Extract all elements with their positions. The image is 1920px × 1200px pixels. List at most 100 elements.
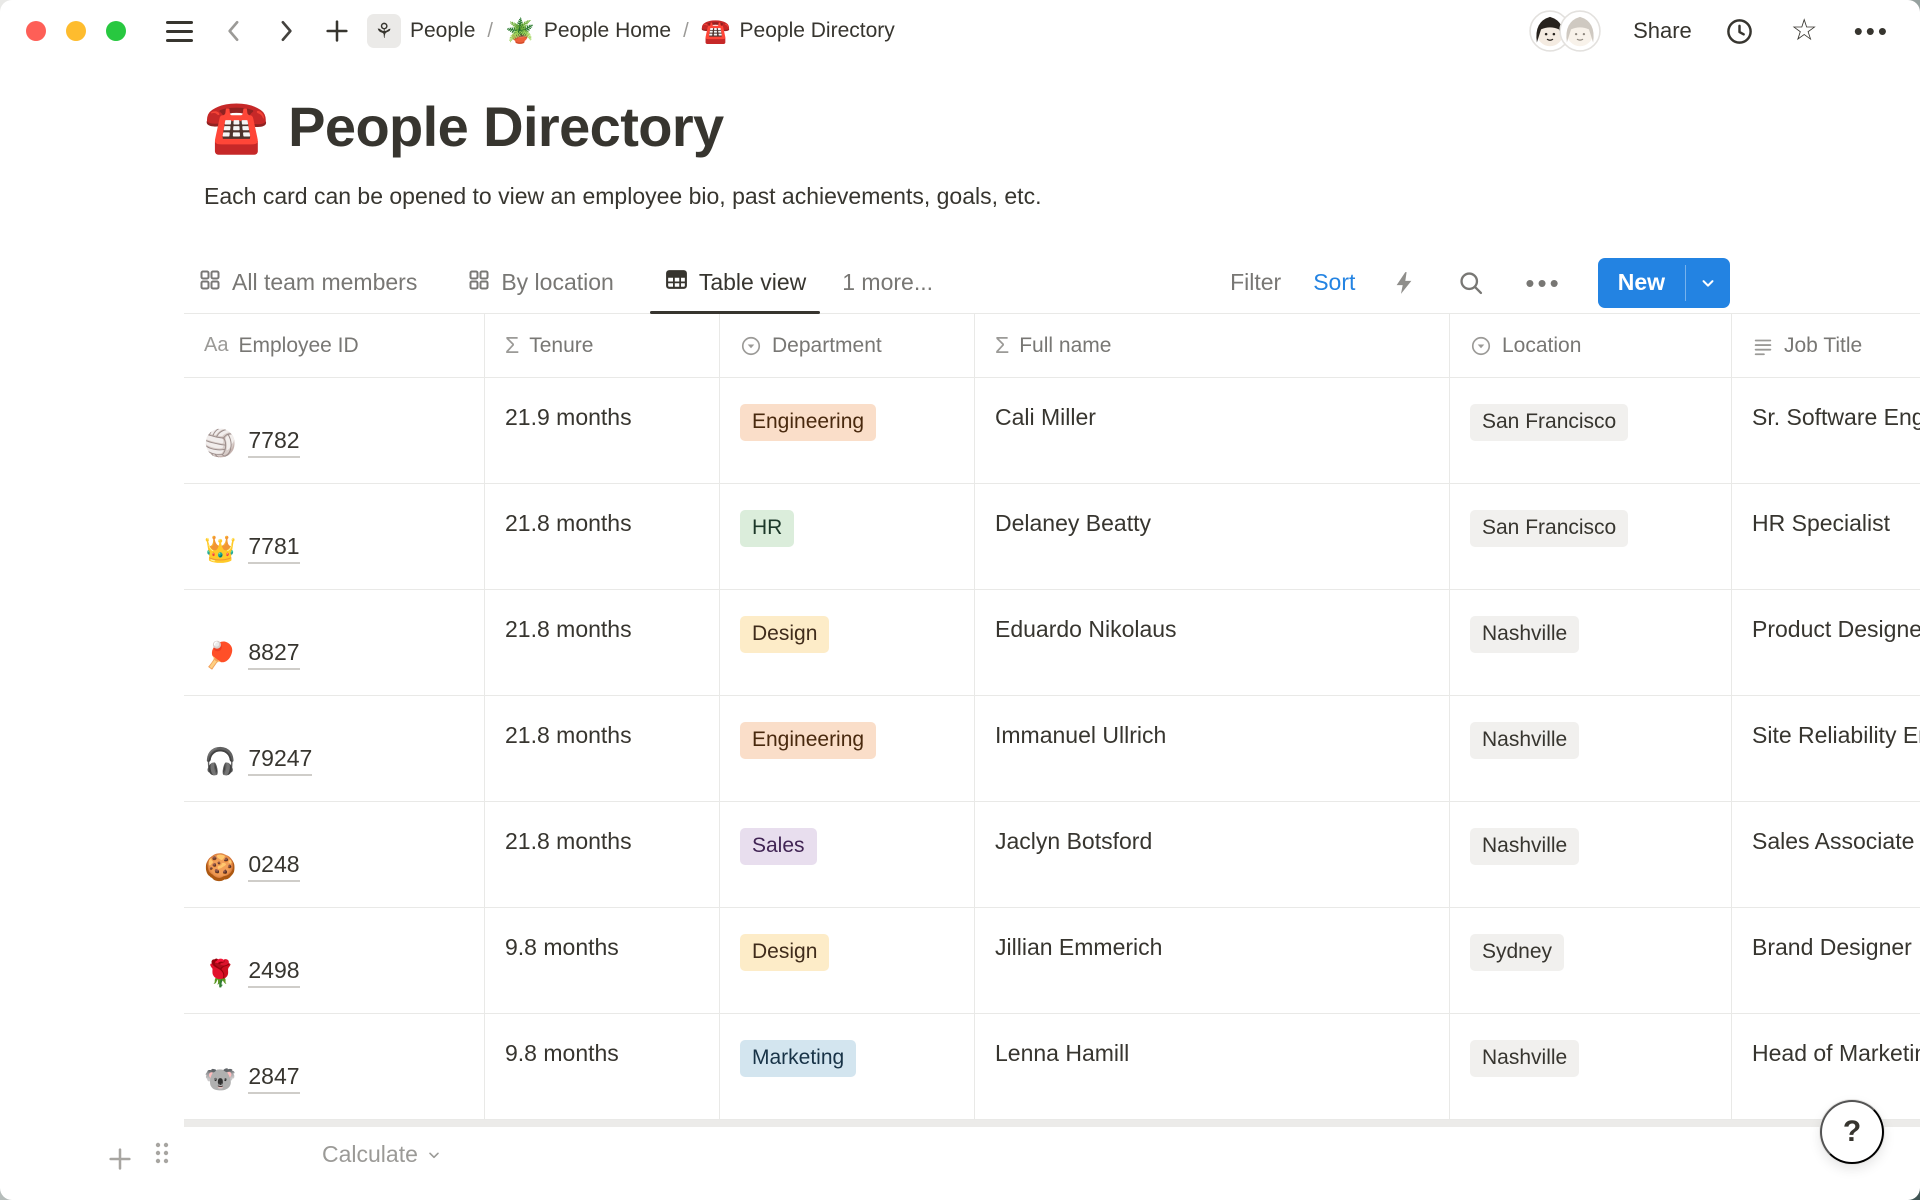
text-icon <box>1752 335 1774 357</box>
employee-id-link[interactable]: 2498 <box>248 957 299 988</box>
red-telephone-page-icon[interactable]: ☎️ <box>204 96 268 157</box>
department-cell: Design <box>720 908 975 1013</box>
employee-id-link[interactable]: 0248 <box>248 851 299 882</box>
table-icon <box>664 267 689 298</box>
breadcrumb-item-people-home[interactable]: 🪴People Home <box>505 17 671 46</box>
full-name-cell: Cali Miller <box>975 378 1450 483</box>
add-row-plus-icon[interactable] <box>100 1139 140 1179</box>
employee-id-link[interactable]: 7782 <box>248 427 299 458</box>
back-icon[interactable] <box>215 12 253 50</box>
table-row[interactable]: 🎧7924721.8 monthsEngineeringImmanuel Ull… <box>184 696 1920 802</box>
column-header-tenure[interactable]: ΣTenure <box>485 314 720 377</box>
column-header-label: Job Title <box>1784 334 1862 358</box>
column-header-label: Employee ID <box>238 334 358 358</box>
sidebar-toggle-icon[interactable] <box>162 17 197 46</box>
column-header-job-title[interactable]: Job Title <box>1732 314 1920 377</box>
location-tag[interactable]: Nashville <box>1470 828 1579 865</box>
view-options-icon[interactable]: ••• <box>1521 266 1565 300</box>
employee-id-cell: 🍪0248 <box>184 802 485 907</box>
tab-all-team-members[interactable]: All team members <box>184 252 431 313</box>
filter-button[interactable]: Filter <box>1230 269 1281 296</box>
full-name-cell: Eduardo Nikolaus <box>975 590 1450 695</box>
collaborator-avatars[interactable] <box>1529 10 1601 52</box>
department-cell: Design <box>720 590 975 695</box>
column-header-label: Tenure <box>529 334 593 358</box>
sort-button[interactable]: Sort <box>1313 269 1355 296</box>
department-tag[interactable]: Sales <box>740 828 817 865</box>
potted-plant-emoji: 🪴 <box>505 17 535 46</box>
employee-id-cell: 🐨 2847 <box>184 1014 485 1119</box>
window-topbar: ⚘People/🪴People Home/☎️People Directory … <box>0 0 1920 62</box>
text-style-icon: Aa <box>204 334 228 357</box>
department-cell: HR <box>720 484 975 589</box>
automations-bolt-icon[interactable] <box>1387 266 1421 300</box>
job-title-cell: Head of Marketing <box>1732 1014 1920 1119</box>
location-tag[interactable]: San Francisco <box>1470 510 1628 547</box>
department-tag[interactable]: Design <box>740 934 829 971</box>
column-header-employee-id[interactable]: Aa Employee ID <box>184 314 485 377</box>
updates-clock-icon[interactable] <box>1720 12 1759 51</box>
location-tag[interactable]: Sydney <box>1470 934 1564 971</box>
department-tag[interactable]: Engineering <box>740 404 876 441</box>
page-title: ☎️ People Directory <box>204 94 1920 159</box>
new-button[interactable]: New <box>1598 258 1685 308</box>
employee-id-link[interactable]: 7781 <box>248 533 299 564</box>
row-emoji-icon: 👑 <box>204 536 236 562</box>
view-toolbar: Filter Sort ••• New <box>1230 258 1730 308</box>
employee-id-link[interactable]: 8827 <box>248 639 299 670</box>
employee-id-link[interactable]: 79247 <box>248 745 312 776</box>
formula-icon: Σ <box>995 332 1009 359</box>
avatar <box>1559 10 1601 52</box>
forward-icon[interactable] <box>267 12 305 50</box>
column-header-department[interactable]: Department <box>720 314 975 377</box>
location-tag[interactable]: Nashville <box>1470 722 1579 759</box>
minimize-button[interactable] <box>66 21 86 41</box>
table-row[interactable]: 🍪024821.8 monthsSalesJaclyn BotsfordNash… <box>184 802 1920 908</box>
help-button[interactable]: ? <box>1820 1100 1884 1164</box>
red-telephone-emoji: ☎️ <box>701 17 731 46</box>
topbar-actions: Share ☆ ••• <box>1529 10 1894 52</box>
location-tag[interactable]: Nashville <box>1470 1040 1579 1077</box>
close-button[interactable] <box>26 21 46 41</box>
employee-id-link[interactable]: 2847 <box>248 1063 299 1094</box>
employee-id-cell: 🏐7782 <box>184 378 485 483</box>
table-row[interactable]: 👑778121.8 monthsHRDelaney BeattySan Fran… <box>184 484 1920 590</box>
location-cell: Sydney <box>1450 908 1732 1013</box>
department-tag[interactable]: Design <box>740 616 829 653</box>
tenure-cell: 21.8 months <box>485 802 720 907</box>
tab-by-location[interactable]: By location <box>453 252 628 313</box>
location-cell: Nashville <box>1450 1014 1732 1119</box>
breadcrumb-item-people[interactable]: ⚘People <box>367 14 475 48</box>
more-views-button[interactable]: 1 more... <box>842 269 933 296</box>
share-button[interactable]: Share <box>1633 18 1692 44</box>
new-dropdown-chevron-icon[interactable] <box>1686 258 1730 308</box>
job-title-cell: Sales Associate <box>1732 802 1920 907</box>
job-title-cell: Sr. Software Engineer <box>1732 378 1920 483</box>
department-tag[interactable]: HR <box>740 510 794 547</box>
column-header-location[interactable]: Location <box>1450 314 1732 377</box>
zoom-button[interactable] <box>106 21 126 41</box>
breadcrumb-item-people-directory[interactable]: ☎️People Directory <box>701 17 895 46</box>
column-header-full-name[interactable]: ΣFull name <box>975 314 1450 377</box>
department-tag[interactable]: Engineering <box>740 722 876 759</box>
location-tag[interactable]: San Francisco <box>1470 404 1628 441</box>
new-page-icon[interactable] <box>317 11 357 51</box>
table-row[interactable]: 🏓882721.8 monthsDesignEduardo NikolausNa… <box>184 590 1920 696</box>
tab-table-view[interactable]: Table view <box>650 252 820 313</box>
page-title-text: People Directory <box>288 94 723 159</box>
job-title-cell: HR Specialist <box>1732 484 1920 589</box>
department-cell: Engineering <box>720 696 975 801</box>
calculate-button[interactable]: Calculate <box>322 1141 442 1168</box>
table-row[interactable]: 🐨28479.8 monthsMarketingLenna HamillNash… <box>184 1014 1920 1120</box>
favorite-star-icon[interactable]: ☆ <box>1787 12 1822 50</box>
drag-handle-icon[interactable] <box>152 1139 172 1172</box>
page-description: Each card can be opened to view an emplo… <box>204 183 1920 210</box>
table-row[interactable]: 🌹24989.8 monthsDesignJillian EmmerichSyd… <box>184 908 1920 1014</box>
location-tag[interactable]: Nashville <box>1470 616 1579 653</box>
row-emoji-icon: 🐨 <box>204 1066 236 1092</box>
tab-label: Table view <box>699 269 806 296</box>
more-options-icon[interactable]: ••• <box>1850 14 1894 48</box>
table-row[interactable]: 🏐778221.9 monthsEngineeringCali MillerSa… <box>184 378 1920 484</box>
department-tag[interactable]: Marketing <box>740 1040 856 1077</box>
search-icon[interactable] <box>1453 265 1489 301</box>
